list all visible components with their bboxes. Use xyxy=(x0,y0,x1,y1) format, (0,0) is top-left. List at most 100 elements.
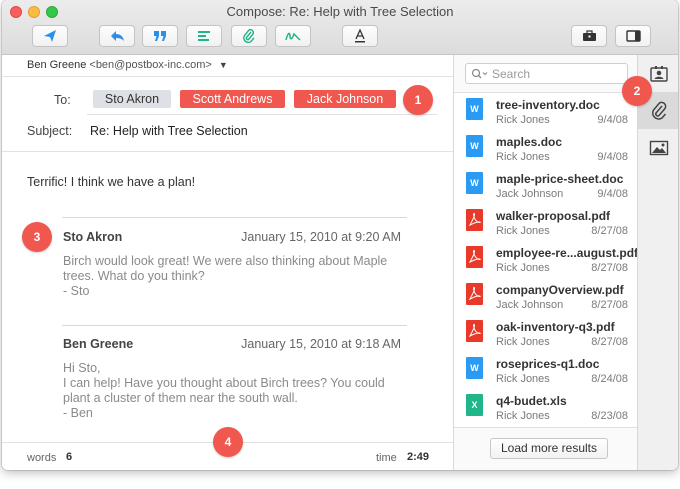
callout-badge: 1 xyxy=(403,85,433,115)
attachment-name: maple-price-sheet.doc xyxy=(496,172,624,186)
text-format-icon xyxy=(355,29,365,43)
text-format-button[interactable] xyxy=(342,25,378,47)
attachments-icon xyxy=(651,101,666,120)
attachment-date: 8/23/08 xyxy=(591,410,628,422)
attachment-author: Rick Jones xyxy=(496,225,550,237)
recipient-chip[interactable]: Scott Andrews xyxy=(180,90,285,108)
quote-line: I can help! Have you thought about Birch… xyxy=(63,376,385,390)
word-doc-icon: W xyxy=(466,357,483,379)
subject-field[interactable]: Re: Help with Tree Selection xyxy=(90,124,248,138)
word-doc-icon: W xyxy=(466,135,483,157)
attachment-row[interactable]: X q4-budet.xls Rick Jones 8/23/08 xyxy=(454,390,638,427)
panel-toggle-button[interactable] xyxy=(615,25,651,47)
quote-line: Hi Sto, xyxy=(63,361,101,375)
tab-images[interactable] xyxy=(638,129,678,166)
signature-icon xyxy=(285,32,301,41)
word-doc-icon: W xyxy=(466,98,483,120)
from-name: Ben Greene xyxy=(27,59,87,71)
attachment-name: q4-budet.xls xyxy=(496,394,567,408)
align-button[interactable] xyxy=(186,25,222,47)
quote-line: - Ben xyxy=(63,406,93,420)
to-label: To: xyxy=(54,93,71,107)
attachment-name: tree-inventory.doc xyxy=(496,98,600,112)
reply-button[interactable] xyxy=(99,25,135,47)
signature-button[interactable] xyxy=(275,25,311,47)
divider xyxy=(2,151,453,152)
word-doc-icon: W xyxy=(466,172,483,194)
attachment-name: oak-inventory-q3.pdf xyxy=(496,320,615,334)
load-more-bar: Load more results xyxy=(454,427,638,470)
quote-date: January 15, 2010 at 9:20 AM xyxy=(241,230,401,244)
callout-badge: 3 xyxy=(22,222,52,252)
window-title: Compose: Re: Help with Tree Selection xyxy=(226,4,454,19)
from-field[interactable]: Ben Greene <ben@postbox-inc.com> ▼ xyxy=(27,59,228,71)
quote-author: Sto Akron xyxy=(63,230,123,244)
attachment-row[interactable]: W maple-price-sheet.doc Jack Johnson 9/4… xyxy=(454,168,638,205)
attachment-name: employee-re...august.pdf xyxy=(496,246,639,260)
words-label: words xyxy=(27,452,57,464)
attachment-row[interactable]: W roseprices-q1.doc Rick Jones 8/24/08 xyxy=(454,353,638,390)
titlebar: Compose: Re: Help with Tree Selection xyxy=(2,0,678,55)
attachment-name: walker-proposal.pdf xyxy=(496,209,611,223)
pdf-icon xyxy=(466,209,483,231)
from-row[interactable]: Ben Greene <ben@postbox-inc.com> ▼ xyxy=(2,55,453,77)
contacts-icon xyxy=(649,65,668,82)
quote-date: January 15, 2010 at 9:18 AM xyxy=(241,337,401,351)
quote-divider xyxy=(62,217,407,218)
search-input[interactable]: Search xyxy=(465,63,628,84)
divider xyxy=(87,114,437,115)
compose-area: Ben Greene <ben@postbox-inc.com> ▼ To: S… xyxy=(2,55,453,470)
attachment-author: Jack Johnson xyxy=(496,299,564,311)
pdf-icon xyxy=(466,320,483,342)
attachment-row[interactable]: employee-re...august.pdf Rick Jones 8/27… xyxy=(454,242,638,279)
time-label: time xyxy=(376,452,397,464)
from-email: <ben@postbox-inc.com> xyxy=(89,59,212,71)
words-count: 6 xyxy=(66,451,73,463)
quote-line: Birch would look great! We were also thi… xyxy=(63,254,388,268)
attachment-name: companyOverview.pdf xyxy=(496,283,624,297)
callout-badge: 2 xyxy=(622,76,652,106)
toolbox-button[interactable] xyxy=(571,25,607,47)
quote-divider xyxy=(62,325,407,326)
attachments-panel: Search W tree-inventory.doc Rick Jones 9… xyxy=(453,55,638,470)
attachment-date: 8/24/08 xyxy=(591,373,628,385)
attach-button[interactable] xyxy=(231,25,267,47)
attachment-name: roseprices-q1.doc xyxy=(496,357,600,371)
align-icon xyxy=(198,31,210,41)
time-value: 2:49 xyxy=(407,451,430,463)
attachment-author: Rick Jones xyxy=(496,410,550,422)
search-bar: Search xyxy=(454,55,638,93)
attachment-row[interactable]: W tree-inventory.doc Rick Jones 9/4/08 xyxy=(454,94,638,131)
attachment-row[interactable]: walker-proposal.pdf Rick Jones 8/27/08 xyxy=(454,205,638,242)
recipient-chip[interactable]: Jack Johnson xyxy=(294,90,396,108)
reply-icon xyxy=(110,31,124,41)
pdf-icon xyxy=(466,283,483,305)
attachment-date: 8/27/08 xyxy=(591,262,628,274)
recipient-chip[interactable]: Sto Akron xyxy=(93,90,171,108)
chevron-down-icon[interactable]: ▼ xyxy=(219,60,228,70)
attachment-date: 8/27/08 xyxy=(591,225,628,237)
attachment-date: 8/27/08 xyxy=(591,336,628,348)
compose-window: Compose: Re: Help with Tree Selection Be… xyxy=(2,0,678,470)
quote-button[interactable] xyxy=(142,25,178,47)
search-icon xyxy=(471,68,488,79)
attachment-date: 9/4/08 xyxy=(597,151,628,163)
load-more-button[interactable]: Load more results xyxy=(490,438,608,459)
attachment-row[interactable]: W maples.doc Rick Jones 9/4/08 xyxy=(454,131,638,168)
attachment-author: Rick Jones xyxy=(496,151,550,163)
quote-line: - Sto xyxy=(63,284,90,298)
attachment-row[interactable]: oak-inventory-q3.pdf Rick Jones 8/27/08 xyxy=(454,316,638,353)
message-body-text[interactable]: Terrific! I think we have a plan! xyxy=(27,175,195,189)
attachment-row[interactable]: companyOverview.pdf Jack Johnson 8/27/08 xyxy=(454,279,638,316)
attachment-author: Rick Jones xyxy=(496,373,550,385)
quote-line: trees. What do you think? xyxy=(63,269,205,283)
attachment-date: 9/4/08 xyxy=(597,114,628,126)
subject-label: Subject: xyxy=(27,124,73,138)
panel-toggle-icon xyxy=(625,30,641,42)
attachment-author: Rick Jones xyxy=(496,336,550,348)
attachment-author: Rick Jones xyxy=(496,114,550,126)
toolbox-icon xyxy=(582,30,596,41)
quote-icon xyxy=(154,31,166,41)
send-button[interactable] xyxy=(32,25,68,47)
search-placeholder: Search xyxy=(492,67,531,81)
